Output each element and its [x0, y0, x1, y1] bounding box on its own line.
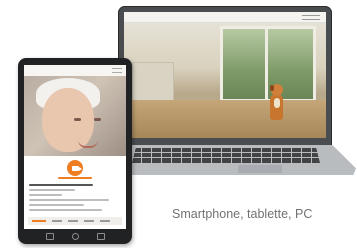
laptop-screen-frame	[118, 6, 332, 146]
laptop-app-header	[124, 12, 326, 23]
laptop-camera-view	[124, 22, 326, 138]
floor	[124, 100, 326, 138]
video-camera-icon[interactable]	[67, 160, 83, 176]
caption: Smartphone, tablette, PC	[172, 207, 313, 221]
recent-apps-icon[interactable]	[96, 232, 105, 240]
menu-icon	[112, 68, 122, 73]
menu-icon	[302, 15, 320, 20]
tablet-text-block	[29, 184, 120, 214]
tablet-device	[18, 58, 132, 244]
dog-image	[268, 84, 286, 124]
tablet-call-to-action	[24, 156, 126, 182]
orange-link[interactable]	[58, 177, 92, 179]
tablet-screen	[24, 65, 126, 229]
back-icon[interactable]	[45, 232, 54, 240]
laptop-screen	[124, 12, 326, 138]
home-icon[interactable]	[71, 232, 79, 240]
tablet-nav-buttons	[18, 231, 132, 241]
tablet-bottom-bar	[28, 217, 122, 225]
elderly-woman-photo	[24, 76, 126, 156]
laptop-keyboard	[132, 148, 320, 163]
laptop-trackpad	[238, 165, 282, 173]
